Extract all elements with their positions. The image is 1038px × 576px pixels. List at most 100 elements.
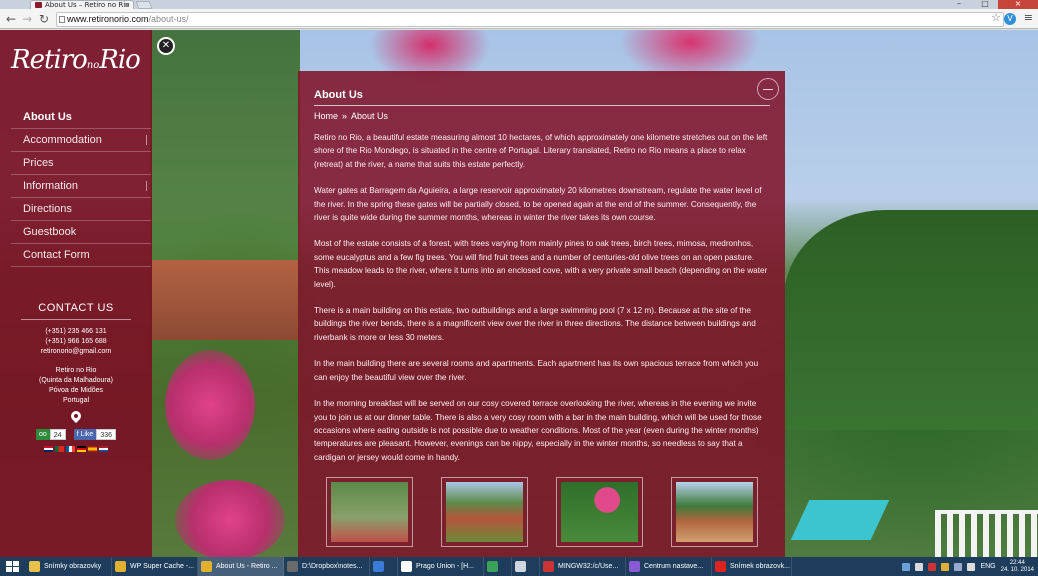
- background-flower-image: [175, 480, 285, 557]
- tripadvisor-button[interactable]: oo 24: [35, 429, 66, 440]
- os-taskbar: Snímky obrazovky WP Super Cache -... Abo…: [0, 557, 1038, 576]
- site-logo[interactable]: RetironoRio: [11, 40, 141, 84]
- page-title: About Us: [314, 89, 363, 101]
- submenu-indicator-icon: [146, 135, 147, 145]
- gallery-thumbnail[interactable]: [441, 477, 528, 548]
- flag-fr-icon[interactable]: [66, 446, 75, 452]
- nav-item-prices[interactable]: Prices: [11, 152, 151, 175]
- nav-item-about-us[interactable]: About Us: [11, 106, 151, 129]
- address-line: Portugal: [62, 397, 90, 404]
- body-paragraph: In the main building there are several r…: [314, 359, 759, 382]
- back-arrow-icon[interactable]: ←: [4, 12, 18, 26]
- app-icon: [487, 561, 498, 572]
- system-tray: ENG 22:44 24. 10. 2014: [902, 557, 1038, 576]
- window-close-icon[interactable]: ×: [998, 0, 1038, 9]
- tripadvisor-owl-icon: oo: [35, 429, 50, 440]
- taskbar-item[interactable]: Prago Union - [H...: [398, 557, 484, 576]
- flag-en-icon[interactable]: [44, 446, 53, 452]
- background-hill-image: [784, 210, 1038, 430]
- start-button[interactable]: [0, 557, 26, 576]
- address-line: Póvoa de Midões: [48, 387, 104, 394]
- nav-item-information[interactable]: Information: [11, 175, 151, 198]
- taskbar-item[interactable]: Snímek obrazovk...: [712, 557, 792, 576]
- taskbar-item[interactable]: [370, 557, 398, 576]
- bookmark-star-icon[interactable]: ☆: [991, 11, 1001, 24]
- minimize-icon[interactable]: –: [946, 0, 972, 9]
- taskbar-item[interactable]: [484, 557, 512, 576]
- submenu-indicator-icon: [146, 181, 147, 191]
- git-icon: [543, 561, 554, 572]
- editor-icon: [287, 561, 298, 572]
- contact-title: CONTACT US: [38, 302, 114, 314]
- panel-minimize-icon[interactable]: [757, 78, 779, 100]
- taskbar-item[interactable]: WP Super Cache -...: [112, 557, 198, 576]
- website-viewport: RetironoRio About Us Accommodation Price…: [0, 30, 1038, 557]
- address-bar[interactable]: www.retironorio.com/about-us/: [56, 12, 1004, 27]
- map-pin-icon[interactable]: [68, 408, 84, 424]
- flag-pt-icon[interactable]: [55, 446, 64, 452]
- address-line: (Quinta da Malhadoura): [39, 377, 113, 384]
- flag-es-icon[interactable]: [88, 446, 97, 452]
- phone-number: (+351) 966 165 688: [45, 338, 107, 345]
- browser-tab[interactable]: About Us – Retiro no Rio ×: [30, 0, 134, 9]
- facebook-like-button[interactable]: f Like 336: [73, 429, 116, 440]
- taskbar-item-label: Prago Union - [H...: [416, 563, 474, 570]
- nav-item-accommodation[interactable]: Accommodation: [11, 129, 151, 152]
- breadcrumb-separator: »: [342, 111, 348, 121]
- nav-item-guestbook[interactable]: Guestbook: [11, 221, 151, 244]
- gallery-thumbnail[interactable]: [671, 477, 758, 548]
- favicon-icon: [35, 2, 42, 8]
- taskbar-item-label: WP Super Cache -...: [130, 563, 195, 570]
- chrome-icon: [201, 561, 212, 572]
- window-controls: – □ ×: [946, 0, 1038, 9]
- taskbar-item-label: About Us - Retiro ...: [216, 563, 278, 570]
- flag-de-icon[interactable]: [77, 446, 86, 452]
- tripadvisor-count: 24: [49, 429, 66, 440]
- snipping-tool-icon: [715, 561, 726, 572]
- forward-arrow-icon[interactable]: →: [20, 12, 34, 26]
- app-icon: [373, 561, 384, 572]
- taskbar-item-label: Centrum nastave...: [644, 563, 704, 570]
- close-overlay-icon[interactable]: ✕: [157, 37, 175, 55]
- tray-icon[interactable]: [941, 562, 950, 571]
- tray-icon[interactable]: [915, 562, 924, 571]
- volume-icon[interactable]: [967, 562, 976, 571]
- taskbar-item[interactable]: [512, 557, 540, 576]
- title-divider: [314, 105, 770, 106]
- extension-icon[interactable]: V: [1004, 13, 1016, 25]
- email-link[interactable]: retironorio@gmail.com: [0, 347, 152, 357]
- logo-word-2: Rio: [99, 45, 141, 75]
- chrome-icon: [115, 561, 126, 572]
- browser-menu-icon[interactable]: ≡: [1024, 11, 1033, 24]
- url-path: /about-us/: [148, 14, 189, 24]
- breadcrumb-home-link[interactable]: Home: [314, 111, 338, 121]
- browser-tab-strip: About Us – Retiro no Rio × – □ ×: [0, 0, 1038, 9]
- gallery-thumbnail[interactable]: [556, 477, 643, 548]
- nav-item-label: Accommodation: [23, 134, 102, 146]
- tab-close-icon[interactable]: ×: [124, 1, 130, 9]
- network-icon[interactable]: [954, 562, 963, 571]
- nav-item-contact-form[interactable]: Contact Form: [11, 244, 151, 267]
- clock[interactable]: 22:44 24. 10. 2014: [1001, 560, 1034, 574]
- new-tab-button[interactable]: [135, 1, 153, 9]
- facebook-like-label: Like: [80, 431, 94, 438]
- folder-icon: [29, 561, 40, 572]
- address-line: Retiro no Rio: [55, 367, 97, 374]
- taskbar-item[interactable]: Snímky obrazovky: [26, 557, 112, 576]
- panda-icon: [401, 561, 412, 572]
- taskbar-item[interactable]: About Us - Retiro ...: [198, 557, 284, 576]
- maximize-icon[interactable]: □: [972, 0, 998, 9]
- tray-icon[interactable]: [902, 562, 911, 571]
- clock-date: 24. 10. 2014: [1000, 566, 1034, 573]
- settings-icon: [629, 561, 640, 572]
- reload-icon[interactable]: ↻: [37, 12, 51, 26]
- breadcrumb: Home » About Us: [314, 111, 770, 121]
- taskbar-item[interactable]: D:\Dropbox\notes...: [284, 557, 370, 576]
- taskbar-item[interactable]: MINGW32:/c/Use...: [540, 557, 626, 576]
- nav-item-directions[interactable]: Directions: [11, 198, 151, 221]
- tray-icon[interactable]: [928, 562, 937, 571]
- flag-nl-icon[interactable]: [99, 446, 108, 452]
- language-indicator[interactable]: ENG: [980, 563, 995, 570]
- taskbar-item[interactable]: Centrum nastave...: [626, 557, 712, 576]
- gallery-thumbnail[interactable]: [326, 477, 413, 548]
